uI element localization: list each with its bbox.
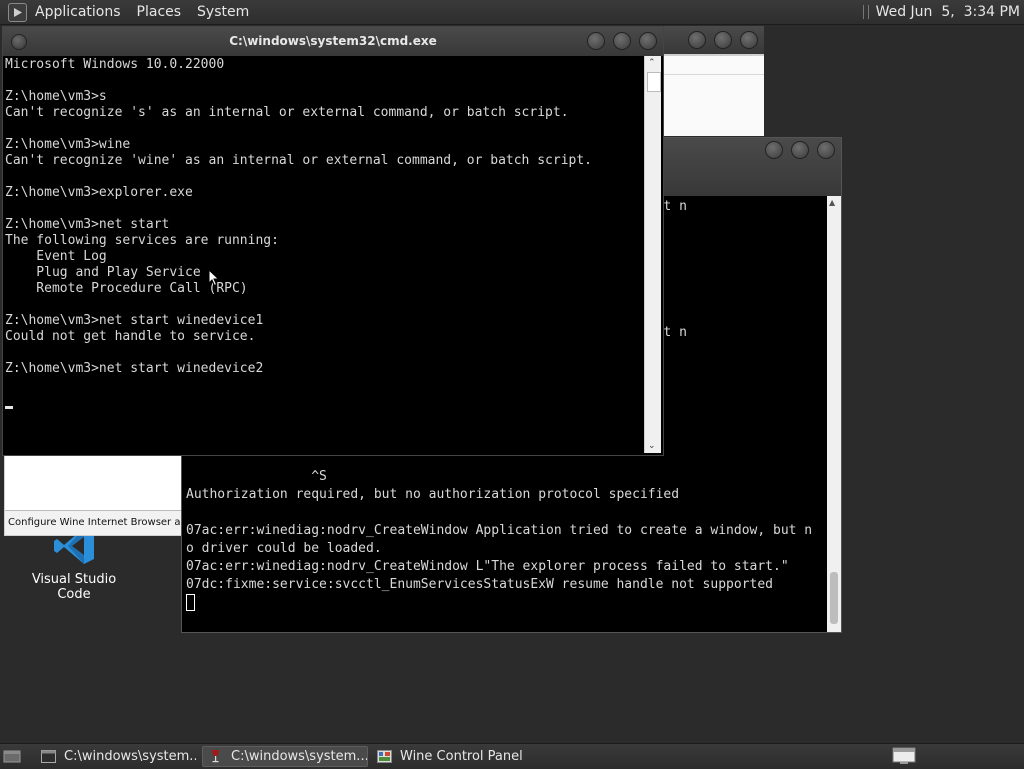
console-line: Can't recognize 'wine' as an internal or… xyxy=(5,153,592,168)
menu-system[interactable]: System xyxy=(197,4,249,20)
workspace-switcher-icon[interactable] xyxy=(890,746,920,766)
console-line: Could not get handle to service. xyxy=(5,329,256,344)
text-cursor xyxy=(5,406,13,409)
wine-glass-icon xyxy=(212,750,219,763)
scroll-up-icon[interactable]: ▲ xyxy=(829,198,835,207)
console-line: Event Log xyxy=(5,249,107,264)
cmd-window[interactable]: C:\windows\system32\cmd.exe Microsoft Wi… xyxy=(2,26,664,456)
close-button[interactable] xyxy=(639,32,657,50)
taskbar: C:\windows\system... C:\windows\system..… xyxy=(0,743,1024,769)
console-icon xyxy=(41,750,56,763)
maximize-button[interactable] xyxy=(791,141,809,159)
taskbar-item-cmd-2[interactable]: C:\windows\system... xyxy=(202,746,368,767)
applications-icon[interactable] xyxy=(8,2,27,22)
control-panel-icon xyxy=(377,750,392,763)
cmd-window-title: C:\windows\system32\cmd.exe xyxy=(229,34,437,48)
console-line: Remote Procedure Call (RPC) xyxy=(5,281,248,296)
minimize-button[interactable] xyxy=(765,141,783,159)
console-line: Can't recognize 's' as an internal or ex… xyxy=(5,105,569,120)
status-bar: Configure Wine Internet Browser an xyxy=(5,510,185,535)
scrollbar-thumb[interactable] xyxy=(830,572,838,624)
console-line: Z:\home\vm3>net start winedevice1 xyxy=(5,313,264,328)
taskbar-item-control-panel[interactable]: Wine Control Panel xyxy=(372,746,542,767)
minimize-button[interactable] xyxy=(587,32,605,50)
close-button[interactable] xyxy=(740,31,758,49)
menu-applications[interactable]: Applications xyxy=(35,4,121,20)
console-line: Plug and Play Service xyxy=(5,265,201,280)
cmd-titlebar[interactable]: C:\windows\system32\cmd.exe xyxy=(3,27,663,56)
terminal-line: 07ac:err:winediag:nodrv_CreateWindow App… xyxy=(186,523,813,538)
terminal-line: 07dc:fixme:service:svcctl_EnumServicesSt… xyxy=(186,577,773,592)
taskbar-item-label: C:\windows\system... xyxy=(231,749,368,764)
console-line: Z:\home\vm3>wine xyxy=(5,137,131,152)
cmd-scrollbar[interactable]: ⌃ ⌄ xyxy=(644,56,661,453)
console-lines: Microsoft Windows 10.0.22000 Z:\home\vm3… xyxy=(5,57,647,393)
divider xyxy=(660,74,764,75)
clock[interactable]: Wed Jun 5, 3:34 PM xyxy=(876,4,1020,20)
text-cursor xyxy=(186,594,195,611)
control-panel-titlebar[interactable] xyxy=(660,26,764,54)
terminal-line: Authorization required, but no authoriza… xyxy=(186,487,680,502)
close-button[interactable] xyxy=(817,141,835,159)
minimize-button[interactable] xyxy=(688,31,706,49)
console-line: Z:\home\vm3>s xyxy=(5,89,107,104)
terminal-scrollbar[interactable]: ▲ xyxy=(827,196,841,632)
panel-separator xyxy=(862,5,869,19)
taskbar-item-label: Wine Control Panel xyxy=(400,749,523,764)
console-line: Z:\home\vm3>explorer.exe xyxy=(5,185,193,200)
cmd-console-output[interactable]: Microsoft Windows 10.0.22000 Z:\home\vm3… xyxy=(3,56,647,454)
console-line: The following services are running: xyxy=(5,233,279,248)
terminal-line: 07ac:err:winediag:nodrv_CreateWindow L"T… xyxy=(186,559,789,574)
divider xyxy=(660,54,764,56)
console-line: Microsoft Windows 10.0.22000 xyxy=(5,57,225,72)
mouse-pointer-icon xyxy=(208,269,220,287)
console-line: Z:\home\vm3>net start winedevice2 xyxy=(5,361,264,376)
console-line: Z:\home\vm3>net start xyxy=(5,217,170,232)
desktop-icon-vscode[interactable]: Visual Studio Code xyxy=(14,526,134,602)
taskbar-item-label: C:\windows\system... xyxy=(64,749,196,764)
show-desktop-icon[interactable] xyxy=(2,747,22,765)
maximize-button[interactable] xyxy=(714,31,732,49)
scroll-down-icon[interactable]: ⌄ xyxy=(648,441,656,451)
top-menu-bar: Applications Places System xyxy=(8,0,265,24)
desktop-icon-label: Visual Studio Code xyxy=(31,572,117,602)
terminal-line: ^S xyxy=(186,469,327,484)
menu-places[interactable]: Places xyxy=(137,4,182,20)
terminal-line: o driver could be loaded. xyxy=(186,541,382,556)
top-panel: Applications Places System Wed Jun 5, 3:… xyxy=(0,0,1024,25)
scroll-up-icon[interactable]: ⌃ xyxy=(648,58,656,68)
control-panel-window[interactable] xyxy=(660,26,764,136)
scrollbar-thumb[interactable] xyxy=(647,72,661,92)
taskbar-item-cmd-1[interactable]: C:\windows\system... xyxy=(36,746,196,767)
maximize-button[interactable] xyxy=(613,32,631,50)
